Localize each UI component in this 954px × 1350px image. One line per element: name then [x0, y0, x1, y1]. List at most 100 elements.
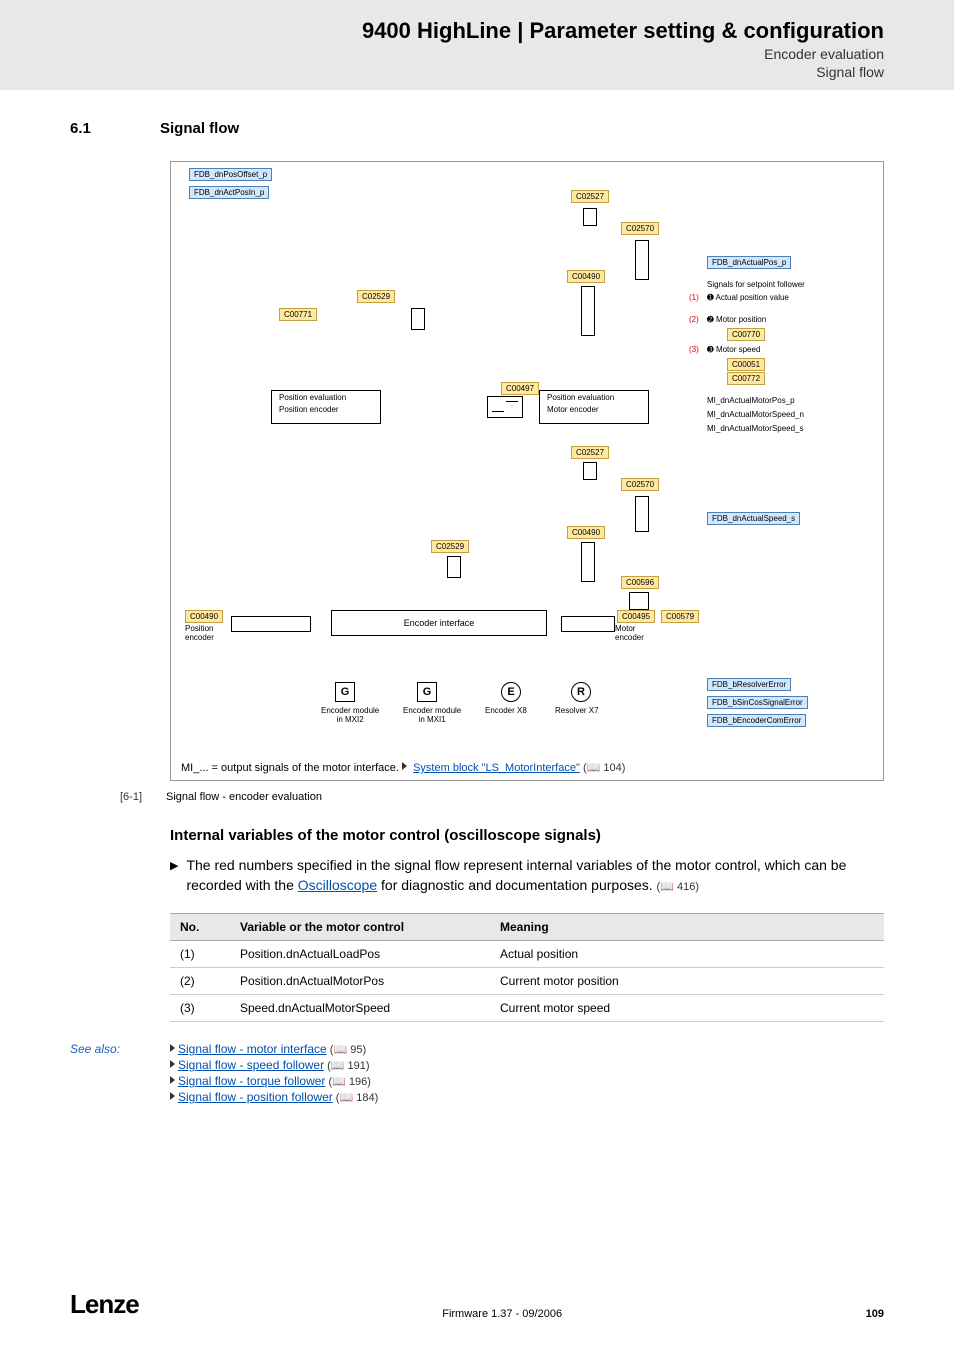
cell-no: (2): [170, 968, 230, 995]
tag-c02527-lower: C02527: [571, 446, 609, 459]
tag-c00051: C00051: [727, 358, 765, 371]
label-pos-eval-1a: Position evaluation: [279, 393, 346, 402]
label-encoder-x8: Encoder X8: [485, 706, 527, 715]
mux-c02529-lower: [447, 556, 461, 578]
variables-table: No. Variable or the motor control Meanin…: [170, 913, 884, 1022]
triangle-icon: [170, 1076, 175, 1084]
signal-fdb-dnactposin: FDB_dnActPosIn_p: [189, 186, 269, 199]
triangle-icon: [402, 762, 407, 770]
triangle-icon: [170, 1044, 175, 1052]
red-marker-2: (2): [689, 315, 699, 324]
see-also-ref: (📖 196): [325, 1076, 371, 1088]
signal-fdb-sincossignalerror: FDB_bSinCosSignalError: [707, 696, 808, 709]
cell-no: (3): [170, 995, 230, 1022]
triangle-icon: ▶: [170, 856, 178, 895]
tag-c02570-upper: C02570: [621, 222, 659, 235]
section-heading: 6.1 Signal flow: [70, 120, 884, 137]
col-variable: Variable or the motor control: [230, 914, 490, 941]
tag-c00596: C00596: [621, 576, 659, 589]
col-no: No.: [170, 914, 230, 941]
footnote-ref: (📖 104): [583, 762, 625, 774]
table-row: (3) Speed.dnActualMotorSpeed Current mot…: [170, 995, 884, 1022]
signal-mi-actualmotorspeed-n: MI_dnActualMotorSpeed_n: [707, 410, 804, 419]
content-area: 6.1 Signal flow FDB_dnPosOffset_p FDB_dn…: [0, 90, 954, 1106]
see-also-link[interactable]: Signal flow - position follower: [178, 1090, 333, 1104]
see-also-item: Signal flow - motor interface (📖 95): [170, 1042, 378, 1056]
link-ls-motorinterface[interactable]: System block "LS_MotorInterface": [413, 762, 580, 774]
cell-no: (1): [170, 941, 230, 968]
see-also-item: Signal flow - speed follower (📖 191): [170, 1058, 378, 1072]
signal-mi-actualmotorpos: MI_dnActualMotorPos_p: [707, 396, 795, 405]
see-also-link[interactable]: Signal flow - torque follower: [178, 1074, 325, 1088]
signal-fdb-resolvererror: FDB_bResolverError: [707, 678, 791, 691]
signal-fdb-dnactualpos: FDB_dnActualPos_p: [707, 256, 791, 269]
signal-mi-actualmotorspeed-s: MI_dnActualMotorSpeed_s: [707, 424, 804, 433]
symbol-g-1: G: [335, 682, 355, 702]
doc-sub2: Signal flow: [70, 64, 884, 80]
cell-meaning: Current motor position: [490, 968, 884, 995]
caption-number: [6-1]: [120, 791, 142, 803]
see-also-link[interactable]: Signal flow - motor interface: [178, 1042, 327, 1056]
see-also-links: Signal flow - motor interface (📖 95)Sign…: [170, 1042, 378, 1106]
mux-c02529-upper: [411, 308, 425, 330]
block-gain-c00596: [629, 592, 649, 610]
tag-c00495: C00495: [617, 610, 655, 623]
cell-meaning: Current motor speed: [490, 995, 884, 1022]
triangle-icon: [170, 1060, 175, 1068]
page-footer: Lenze Firmware 1.37 - 09/2006 109: [70, 1289, 884, 1320]
tag-c00579: C00579: [661, 610, 699, 623]
bullet-paragraph: ▶ The red numbers specified in the signa…: [170, 856, 884, 895]
mux-c02527-upper: [583, 208, 597, 226]
red-marker-1: (1): [689, 293, 699, 302]
symbol-r: R: [571, 682, 591, 702]
mux-motor-encoder: [561, 616, 615, 632]
label-position-encoder: Position encoder: [185, 624, 214, 642]
tag-c00771: C00771: [279, 308, 317, 321]
footnote-pre: MI_... = output signals of the motor int…: [181, 762, 402, 774]
see-also-label: See also:: [70, 1042, 140, 1106]
header-band: 9400 HighLine | Parameter setting & conf…: [0, 0, 954, 90]
cell-meaning: Actual position: [490, 941, 884, 968]
label-motor-encoder: Motor encoder: [615, 624, 644, 642]
tag-c00770: C00770: [727, 328, 765, 341]
col-meaning: Meaning: [490, 914, 884, 941]
section-number: 6.1: [70, 120, 120, 137]
section-title: Signal flow: [160, 120, 239, 137]
see-also-ref: (📖 191): [324, 1060, 370, 1072]
tag-c00490-bottom: C00490: [185, 610, 223, 623]
block-gain-c00497: [487, 396, 523, 418]
cell-variable: Position.dnActualLoadPos: [230, 941, 490, 968]
link-oscilloscope[interactable]: Oscilloscope: [298, 877, 377, 893]
figure-caption: [6-1] Signal flow - encoder evaluation: [120, 791, 884, 803]
tag-c00490-mid: C00490: [567, 526, 605, 539]
doc-title: 9400 HighLine | Parameter setting & conf…: [70, 18, 884, 44]
signal-fdb-encodercomerror: FDB_bEncoderComError: [707, 714, 806, 727]
page-number: 109: [866, 1308, 884, 1320]
tag-c00490-top: C00490: [567, 270, 605, 283]
mux-c00490-mid: [581, 542, 595, 582]
see-also-ref: (📖 95): [327, 1044, 366, 1056]
see-also: See also: Signal flow - motor interface …: [70, 1042, 884, 1106]
table-row: (1) Position.dnActualLoadPos Actual posi…: [170, 941, 884, 968]
tag-c00772: C00772: [727, 372, 765, 385]
label-pos-eval-2b: Motor encoder: [547, 405, 599, 414]
caption-text: Signal flow - encoder evaluation: [166, 791, 322, 803]
see-also-item: Signal flow - position follower (📖 184): [170, 1090, 378, 1104]
diagram-footnote: MI_... = output signals of the motor int…: [181, 757, 625, 774]
see-also-link[interactable]: Signal flow - speed follower: [178, 1058, 324, 1072]
bullet-text: The red numbers specified in the signal …: [186, 856, 884, 895]
label-enc-module-mxi1: Encoder module in MXI1: [403, 706, 461, 724]
footer-center: Firmware 1.37 - 09/2006: [442, 1308, 562, 1320]
label-enc-module-mxi2: Encoder module in MXI2: [321, 706, 379, 724]
tag-c02529-lower: C02529: [431, 540, 469, 553]
label-pos-eval-2a: Position evaluation: [547, 393, 614, 402]
symbol-e: E: [501, 682, 521, 702]
mux-c02570-upper: [635, 240, 649, 280]
table-row: (2) Position.dnActualMotorPos Current mo…: [170, 968, 884, 995]
tag-c02570-lower: C02570: [621, 478, 659, 491]
label-actual-position-value: ➊ Actual position value: [707, 293, 789, 302]
see-also-item: Signal flow - torque follower (📖 196): [170, 1074, 378, 1088]
label-motor-speed: ➌ Motor speed: [707, 345, 760, 354]
brand-logo: Lenze: [70, 1289, 139, 1320]
block-encoder-interface: Encoder interface: [331, 610, 547, 636]
